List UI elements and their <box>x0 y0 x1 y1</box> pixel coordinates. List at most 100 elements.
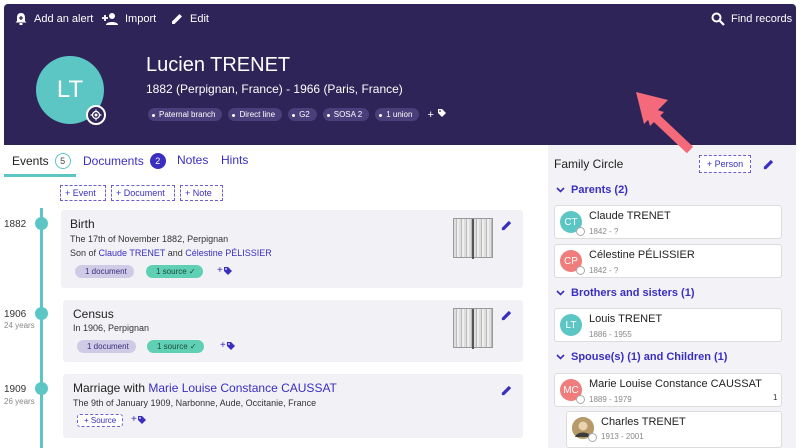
person-dates: 1882 (Perpignan, France) - 1966 (Paris, … <box>146 82 403 96</box>
find-records-label: Find records <box>731 13 793 25</box>
add-alert-button[interactable]: Add an alert <box>14 12 93 26</box>
relative-dates: 1842 - ? <box>589 227 619 236</box>
tag-paternal-branch[interactable]: Paternal branch <box>148 108 223 121</box>
add-person-button[interactable]: + Person <box>699 155 751 173</box>
tag-list: Paternal branch Direct line G2 SOSA 2 1 … <box>148 108 447 121</box>
locate-badge-icon <box>588 433 597 442</box>
person-name: Lucien TRENET <box>146 54 291 76</box>
add-tag-button[interactable]: + <box>427 108 446 121</box>
add-event-tag-button[interactable]: + <box>217 265 233 276</box>
parent-link-mother[interactable]: Célestine PÉLISSIER <box>185 248 272 258</box>
and-label: and <box>165 248 186 258</box>
person-add-icon <box>102 13 118 25</box>
document-thumbnail[interactable] <box>453 218 493 259</box>
relative-name: Louis TRENET <box>589 313 663 325</box>
event-parents: Son of Claude TRENET and Célestine PÉLIS… <box>70 248 272 258</box>
tab-events[interactable]: Events 5 <box>12 153 71 169</box>
relative-dates: 1886 - 1955 <box>589 330 632 339</box>
tag-sosa[interactable]: SOSA 2 <box>322 108 370 121</box>
annotation-arrow-icon <box>636 92 694 154</box>
chevron-down-icon <box>556 354 565 360</box>
son-of-label: Son of <box>70 248 99 258</box>
find-records-button[interactable]: Find records <box>711 12 792 26</box>
locate-badge-icon <box>576 266 585 275</box>
edit-label: Edit <box>190 13 209 25</box>
parent-link-father[interactable]: Claude TRENET <box>99 248 166 258</box>
event-date-place: In 1906, Perpignan <box>73 323 150 333</box>
import-button[interactable]: Import <box>101 12 156 26</box>
active-tab-indicator <box>4 174 76 177</box>
spouse-link[interactable]: Marie Louise Constance CAUSSAT <box>148 381 337 395</box>
edit-event-icon[interactable] <box>500 384 513 397</box>
relative-name: Claude TRENET <box>589 210 671 222</box>
search-icon <box>711 12 725 26</box>
edit-family-icon[interactable] <box>762 158 775 171</box>
add-event-tag-button[interactable]: + <box>220 340 236 351</box>
edit-event-icon[interactable] <box>500 219 513 232</box>
tab-hints[interactable]: Hints <box>221 153 248 167</box>
timeline-dot <box>35 307 48 320</box>
documents-chip[interactable]: 1 document <box>75 265 134 278</box>
import-label: Import <box>125 13 157 25</box>
sources-chip[interactable]: 1 source ✓ <box>147 340 204 353</box>
documents-chip[interactable]: 1 document <box>77 340 136 353</box>
add-event-button[interactable]: + Event <box>60 185 106 201</box>
chevron-down-icon <box>556 290 565 296</box>
timeline-dot <box>35 217 48 230</box>
bell-plus-icon <box>15 13 27 25</box>
locate-badge-icon <box>576 395 585 404</box>
edit-button[interactable]: Edit <box>170 12 209 26</box>
add-document-button[interactable]: + Document <box>111 185 175 201</box>
parents-section-toggle[interactable]: Parents (2) <box>556 184 628 196</box>
add-note-button[interactable]: + Note <box>180 185 223 201</box>
event-age: 26 years <box>4 397 35 406</box>
tag-unions[interactable]: 1 union <box>375 108 420 121</box>
spouses-section-toggle[interactable]: Spouse(s) (1) and Children (1) <box>556 351 727 363</box>
event-year: 1909 <box>4 384 27 395</box>
tag-icon <box>226 341 235 350</box>
locate-badge-icon <box>576 227 585 236</box>
event-year: 1906 <box>4 309 27 320</box>
event-year: 1882 <box>4 219 27 230</box>
locate-badge-icon[interactable] <box>86 105 106 125</box>
siblings-section-toggle[interactable]: Brothers and sisters (1) <box>556 287 694 299</box>
tab-documents[interactable]: Documents 2 <box>83 153 166 169</box>
add-source-button[interactable]: + Source <box>77 414 124 427</box>
parents-heading: Parents (2) <box>571 184 628 196</box>
relative-dates: 1842 - ? <box>589 266 619 275</box>
events-count-badge: 5 <box>54 153 71 169</box>
spouses-heading: Spouse(s) (1) and Children (1) <box>571 351 728 363</box>
event-title: Marriage with Marie Louise Constance CAU… <box>73 381 337 395</box>
marriage-prefix: Marriage with <box>73 381 149 395</box>
family-circle-title: Family Circle <box>554 157 624 171</box>
tag-generation[interactable]: G2 <box>288 108 317 121</box>
add-event-tag-button[interactable]: + <box>131 414 147 425</box>
tab-events-label: Events <box>12 154 49 168</box>
relative-dates: 1889 - 1979 <box>589 395 632 404</box>
avatar: LT <box>560 314 582 336</box>
pencil-icon <box>172 14 182 24</box>
add-alert-label: Add an alert <box>34 13 94 25</box>
tag-direct-line[interactable]: Direct line <box>228 108 283 121</box>
event-title: Census <box>73 307 114 321</box>
tag-icon <box>223 266 232 275</box>
timeline-line <box>40 208 43 448</box>
document-thumbnail[interactable] <box>453 308 493 349</box>
documents-count-badge: 2 <box>149 153 166 169</box>
timeline-dot <box>35 382 48 395</box>
tag-icon <box>137 415 146 424</box>
event-date-place: The 17th of November 1882, Perpignan <box>70 234 229 244</box>
tab-bar: Events 5 Documents 2 Notes Hints <box>4 150 544 178</box>
children-count: 1 <box>773 393 778 402</box>
tab-notes[interactable]: Notes <box>177 153 208 167</box>
chevron-down-icon <box>556 187 565 193</box>
edit-event-icon[interactable] <box>500 309 513 322</box>
sources-chip[interactable]: 1 source ✓ <box>146 265 203 278</box>
event-age: 24 years <box>4 321 35 330</box>
siblings-heading: Brothers and sisters (1) <box>571 287 695 299</box>
event-date-place: The 9th of January 1909, Narbonne, Aude,… <box>73 398 317 408</box>
toolbar: Add an alert Import Edit Find records <box>4 4 796 36</box>
tab-documents-label: Documents <box>83 154 144 168</box>
tag-icon <box>437 109 446 117</box>
event-title: Birth <box>70 217 95 231</box>
